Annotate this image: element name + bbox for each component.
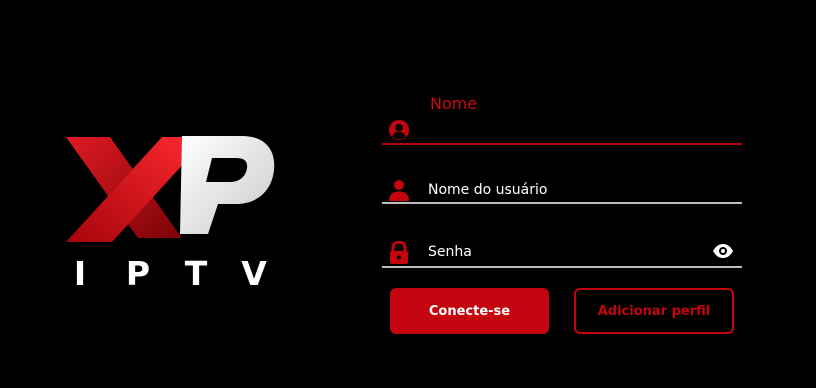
xp-iptv-logo: I P T V xyxy=(62,130,282,293)
logo-letter: T xyxy=(184,254,208,293)
username-field[interactable]: Nome do usuário xyxy=(382,176,742,206)
username-underline xyxy=(382,202,742,204)
eye-icon[interactable] xyxy=(712,243,734,259)
name-field-label: Nome xyxy=(430,94,478,113)
person-icon xyxy=(388,179,410,201)
logo-letter: V xyxy=(241,254,267,293)
password-placeholder: Senha xyxy=(428,244,472,260)
logo-letter: I xyxy=(73,254,87,293)
connect-button[interactable]: Conecte-se xyxy=(390,288,549,334)
password-field[interactable]: Senha xyxy=(382,238,742,270)
person-circle-icon xyxy=(388,119,410,141)
xp-logo-mark xyxy=(66,136,275,242)
add-profile-button[interactable]: Adicionar perfil xyxy=(574,288,734,334)
iptv-wordmark: I P T V xyxy=(62,254,272,293)
login-screen: I P T V Nome Nome do usuário Senha Conec… xyxy=(0,0,816,388)
logo-letter: P xyxy=(125,254,151,293)
username-placeholder: Nome do usuário xyxy=(428,182,548,198)
lock-icon xyxy=(388,240,410,264)
profile-name-field[interactable]: Nome xyxy=(382,92,742,148)
password-underline xyxy=(382,266,742,268)
name-field-underline xyxy=(382,143,742,145)
